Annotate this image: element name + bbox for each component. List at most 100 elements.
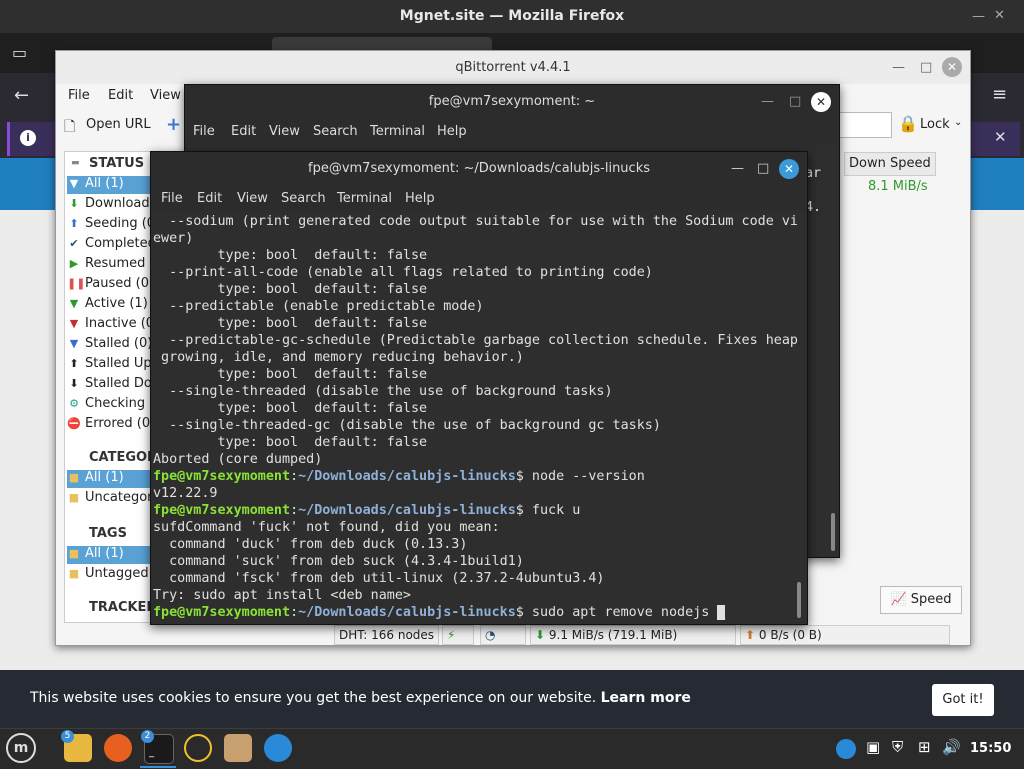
edge-tray-icon[interactable] (836, 739, 856, 759)
menu-view[interactable]: View (150, 88, 181, 103)
open-url-button[interactable]: Open URL (86, 117, 151, 132)
upload-rate[interactable]: ⬆ 0 B/s (0 B) (740, 625, 950, 645)
sidebar-item-resumed[interactable]: ▶ Resumed (1 (67, 256, 161, 274)
menu-edit[interactable]: Edit (231, 124, 256, 139)
tab-list-icon[interactable]: ▭ (12, 43, 27, 62)
back-icon[interactable]: ← (14, 85, 29, 106)
minimize-icon[interactable]: — (892, 51, 905, 84)
sidebar-item-label: Checking ( (85, 396, 155, 411)
maximize-icon[interactable]: □ (920, 51, 932, 84)
sidebar-item-stalled[interactable]: ▼ Stalled (0) (67, 336, 161, 354)
menu-terminal[interactable]: Terminal (370, 124, 425, 139)
tags-header: TAGS (89, 526, 127, 541)
shield-icon[interactable]: ⛨ (892, 738, 903, 756)
qbittorrent-title: qBittorrent v4.4.1 (455, 60, 571, 75)
notification-close-icon[interactable]: ✕ (994, 128, 1007, 146)
hamburger-menu-icon[interactable]: ≡ (992, 84, 1007, 105)
terminal-line: type: bool default: false (153, 282, 428, 297)
gear-icon: ⚙ (69, 397, 79, 410)
menu-view[interactable]: View (237, 191, 268, 206)
terminal-output[interactable]: --sodium (print generated code output su… (151, 210, 803, 620)
command-text: fuck u (523, 503, 581, 518)
close-icon[interactable]: ✕ (811, 92, 831, 112)
learn-more-link[interactable]: Learn more (601, 690, 691, 706)
volume-icon[interactable]: 🔊 (942, 738, 961, 756)
sidebar-item-label: All (1) (85, 546, 124, 561)
sidebar-item-category-all[interactable]: ■ All (1) (67, 470, 159, 488)
menu-terminal[interactable]: Terminal (337, 191, 392, 206)
sidebar-item-label: Untagged (85, 566, 149, 581)
maximize-icon[interactable]: □ (789, 85, 801, 119)
clock[interactable]: 15:50 (970, 741, 1011, 756)
menu-file[interactable]: File (193, 124, 215, 139)
lock-button[interactable]: Lock (920, 117, 950, 132)
close-icon[interactable]: ✕ (994, 8, 1005, 23)
close-icon[interactable]: ✕ (942, 57, 962, 77)
terminal-line: command 'suck' from deb suck (4.3.4-1bui… (153, 554, 524, 569)
menu-search[interactable]: Search (313, 124, 358, 139)
maximize-icon[interactable]: □ (757, 152, 769, 186)
status-header: STATUS (89, 156, 145, 171)
sidebar-item-inactive[interactable]: ▼ Inactive (0) (67, 316, 161, 334)
prompt-path: ~/Downloads/calubjs-linucks (298, 503, 516, 518)
folder-icon: ■ (68, 567, 80, 580)
sidebar-item-checking[interactable]: ⚙ Checking ( (67, 396, 161, 414)
collapse-icon[interactable]: ▬ (71, 158, 80, 168)
minimize-icon[interactable]: — (972, 9, 985, 24)
sidebar-item-downloading[interactable]: ⬇ Downloading (67, 196, 161, 214)
column-header-down-speed[interactable]: Down Speed (844, 152, 936, 176)
sidebar-item-label: All (1) (85, 176, 124, 191)
download-arrow-icon: ⬇ (69, 377, 79, 390)
sidebar-item-active[interactable]: ▼ Active (1) (67, 296, 161, 314)
terminal-line: v12.22.9 (153, 486, 218, 501)
scrollbar[interactable] (831, 513, 835, 551)
sidebar-item-all[interactable]: ▼ All (1) (67, 176, 159, 194)
open-url-icon[interactable]: 🗋 (64, 116, 75, 140)
sidebar-item-label: Seeding (0) (85, 216, 161, 231)
minimize-icon[interactable]: — (731, 152, 744, 186)
menu-edit[interactable]: Edit (197, 191, 222, 206)
edge-browser-icon[interactable] (264, 734, 292, 762)
prompt-line: fpe@vm7sexymoment:~/Downloads/calubjs-li… (153, 605, 726, 620)
got-it-button[interactable]: Got it! (932, 684, 994, 716)
menu-file[interactable]: File (68, 88, 90, 103)
sidebar-item-stalled-downloading[interactable]: ⬇ Stalled Dov (67, 376, 161, 394)
qbittorrent-icon[interactable] (184, 734, 212, 762)
speed-limit-icon[interactable]: ◔ (480, 625, 526, 645)
network-icon[interactable]: ⊞ (918, 738, 931, 756)
scrollbar[interactable] (797, 582, 801, 618)
sidebar-item-paused[interactable]: ❚❚Paused (0) (67, 276, 161, 294)
add-torrent-icon[interactable]: + (166, 114, 181, 135)
sidebar-item-tag-all[interactable]: ■ All (1) (67, 546, 159, 564)
menu-search[interactable]: Search (281, 191, 326, 206)
down-speed-value: 8.1 MiB/s (868, 179, 928, 194)
menu-file[interactable]: File (161, 191, 183, 206)
cookie-message: This website uses cookies to ensure you … (30, 690, 691, 706)
sidebar-item-untagged[interactable]: ■ Untagged (67, 566, 161, 584)
chevron-down-icon[interactable]: ⌄ (954, 117, 962, 128)
download-rate[interactable]: ⬇ 9.1 MiB/s (719.1 MiB) (530, 625, 736, 645)
terminal-title: fpe@vm7sexymoment: ~/Downloads/calubjs-l… (308, 161, 650, 176)
minimize-icon[interactable]: — (761, 85, 774, 119)
menu-edit[interactable]: Edit (108, 88, 133, 103)
menu-view[interactable]: View (269, 124, 300, 139)
sidebar-item-stalled-uploading[interactable]: ⬆ Stalled Upl (67, 356, 161, 374)
speed-button[interactable]: 📈 Speed (880, 586, 962, 614)
qbittorrent-statusbar: DHT: 166 nodes ⚡ ◔ ⬇ 9.1 MiB/s (719.1 Mi… (56, 623, 970, 645)
menu-help[interactable]: Help (437, 124, 467, 139)
menu-help[interactable]: Help (405, 191, 435, 206)
firefox-icon[interactable] (104, 734, 132, 762)
sidebar-item-uncategorized[interactable]: ■ Uncategor (67, 490, 161, 508)
sidebar-item-label: Stalled Dov (85, 376, 160, 391)
terminal-line: --predictable (enable predictable mode) (153, 299, 484, 314)
mint-menu-icon[interactable]: m (6, 733, 36, 763)
sidebar-item-seeding[interactable]: ⬆ Seeding (0) (67, 216, 161, 234)
sidebar-item-errored[interactable]: ⛔ Errored (0 (67, 416, 161, 434)
terminal-line: command 'fsck' from deb util-linux (2.37… (153, 571, 605, 586)
archive-manager-icon[interactable] (224, 734, 252, 762)
sidebar-item-completed[interactable]: ✔ Completed (67, 236, 161, 254)
clipboard-icon[interactable]: ▣ (866, 738, 880, 756)
terminal-line: type: bool default: false (153, 248, 428, 263)
close-icon[interactable]: ✕ (779, 159, 799, 179)
terminal-line: growing, idle, and memory reducing behav… (153, 350, 524, 365)
